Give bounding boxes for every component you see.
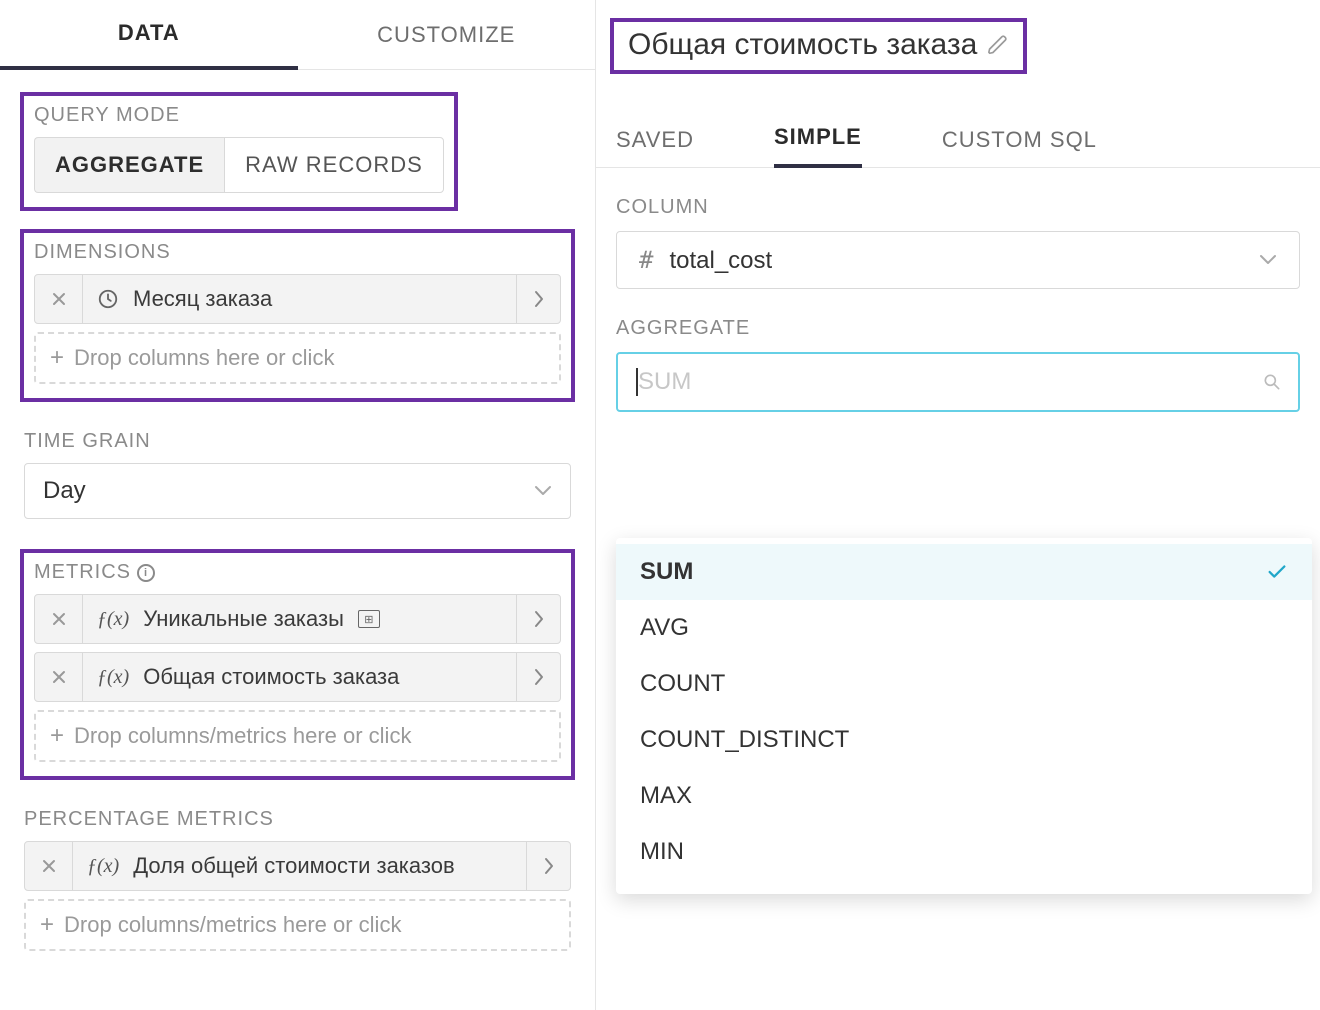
time-grain-select[interactable]: Day [24, 463, 571, 519]
query-mode-aggregate[interactable]: AGGREGATE [34, 137, 224, 193]
aggregate-field: AGGREGATE [596, 317, 1320, 412]
time-grain-value: Day [43, 477, 86, 505]
metrics-drop-hint: Drop columns/metrics here or click [74, 723, 411, 749]
aggregate-search-input[interactable] [616, 352, 1300, 412]
aggregate-option-sum[interactable]: SUM [616, 544, 1312, 600]
percentage-metric-label: Доля общей стоимости заказов [133, 853, 454, 879]
metric-chip-label: Уникальные заказы [143, 606, 344, 632]
right-panel: Общая стоимость заказа SAVED SIMPLE CUST… [595, 0, 1320, 1010]
plus-icon: + [50, 722, 64, 750]
column-select[interactable]: #total_cost [616, 231, 1300, 289]
primary-tabs: DATA CUSTOMIZE [0, 0, 595, 70]
dimension-chip-label: Месяц заказа [133, 286, 272, 312]
percentage-metrics-dropzone[interactable]: + Drop columns/metrics here or click [24, 899, 571, 951]
tab-data[interactable]: DATA [0, 0, 298, 70]
column-select-value: #total_cost [639, 246, 772, 275]
column-label: COLUMN [616, 196, 1300, 219]
dimension-chip[interactable]: Месяц заказа [34, 274, 561, 324]
close-icon [51, 291, 67, 307]
percentage-metric-body: ƒ(x) Доля общей стоимости заказов [73, 842, 526, 890]
chevron-right-icon [543, 857, 555, 875]
fx-icon: ƒ(x) [87, 855, 119, 878]
check-icon [1266, 561, 1288, 583]
metric-chip-body: ƒ(x) Уникальные заказы ⊞ [83, 595, 516, 643]
metric-chip-label: Общая стоимость заказа [143, 664, 399, 690]
aggregate-option-min[interactable]: MIN [616, 824, 1312, 880]
text-caret [636, 368, 638, 396]
chevron-right-icon [533, 290, 545, 308]
remove-dimension-button[interactable] [35, 275, 83, 323]
query-mode-toggle: AGGREGATE RAW RECORDS [34, 137, 444, 193]
subtab-custom-sql[interactable]: CUSTOM SQL [942, 127, 1097, 167]
search-icon [1262, 372, 1282, 392]
subtab-saved[interactable]: SAVED [616, 127, 694, 167]
editor-subtabs: SAVED SIMPLE CUSTOM SQL [596, 110, 1320, 168]
metric-chip-expand[interactable] [516, 595, 560, 643]
left-panel: DATA CUSTOMIZE QUERY MODE AGGREGATE RAW … [0, 0, 595, 963]
dimensions-dropzone[interactable]: + Drop columns here or click [34, 332, 561, 384]
metric-chip-body: ƒ(x) Общая стоимость заказа [83, 653, 516, 701]
close-icon [51, 611, 67, 627]
column-field: COLUMN #total_cost [596, 196, 1320, 289]
chevron-down-icon [534, 485, 552, 497]
chevron-right-icon [533, 668, 545, 686]
remove-percentage-metric-button[interactable] [25, 842, 73, 890]
plus-icon: + [50, 344, 64, 372]
percentage-metrics-drop-hint: Drop columns/metrics here or click [64, 912, 401, 938]
metric-chip[interactable]: ƒ(x) Общая стоимость заказа [34, 652, 561, 702]
tab-customize[interactable]: CUSTOMIZE [298, 2, 596, 68]
remove-metric-button[interactable] [35, 653, 83, 701]
aggregate-option-avg[interactable]: AVG [616, 600, 1312, 656]
close-icon [41, 858, 57, 874]
aggregate-options: SUM AVG COUNT COUNT_DISTINCT MAX MIN [616, 538, 1312, 894]
pencil-icon[interactable] [987, 34, 1009, 56]
aggregate-label: AGGREGATE [616, 317, 1300, 340]
clock-icon [97, 288, 119, 310]
fx-icon: ƒ(x) [97, 666, 129, 689]
calculator-icon: ⊞ [358, 610, 380, 628]
time-grain-label: TIME GRAIN [24, 430, 571, 453]
subtab-simple[interactable]: SIMPLE [774, 124, 862, 168]
percentage-metric-expand[interactable] [526, 842, 570, 890]
metric-chip-expand[interactable] [516, 653, 560, 701]
metrics-label: METRICS i [34, 561, 561, 584]
metric-title[interactable]: Общая стоимость заказа [628, 28, 1009, 62]
percentage-metrics-block: PERCENTAGE METRICS ƒ(x) Доля общей стоим… [24, 798, 571, 963]
aggregate-option-count-distinct[interactable]: COUNT_DISTINCT [616, 712, 1312, 768]
aggregate-search-wrap [616, 352, 1300, 412]
query-mode-block: QUERY MODE AGGREGATE RAW RECORDS [20, 92, 458, 211]
dimensions-block: DIMENSIONS Месяц заказа + Drop columns h… [20, 229, 575, 402]
aggregate-option-count[interactable]: COUNT [616, 656, 1312, 712]
info-icon[interactable]: i [137, 564, 155, 582]
dimensions-drop-hint: Drop columns here or click [74, 345, 334, 371]
percentage-metrics-label: PERCENTAGE METRICS [24, 808, 571, 831]
hash-icon: # [639, 246, 653, 274]
plus-icon: + [40, 911, 54, 939]
remove-metric-button[interactable] [35, 595, 83, 643]
percentage-metric-chip[interactable]: ƒ(x) Доля общей стоимости заказов [24, 841, 571, 891]
time-grain-block: TIME GRAIN Day [24, 420, 571, 531]
close-icon [51, 669, 67, 685]
aggregate-option-max[interactable]: MAX [616, 768, 1312, 824]
metrics-dropzone[interactable]: + Drop columns/metrics here or click [34, 710, 561, 762]
dimension-chip-expand[interactable] [516, 275, 560, 323]
metric-title-text: Общая стоимость заказа [628, 28, 977, 62]
metrics-block: METRICS i ƒ(x) Уникальные заказы ⊞ ƒ(x) … [20, 549, 575, 780]
metric-title-wrap: Общая стоимость заказа [610, 18, 1027, 74]
query-mode-raw[interactable]: RAW RECORDS [224, 137, 444, 193]
chevron-down-icon [1259, 254, 1277, 266]
dimensions-label: DIMENSIONS [34, 241, 561, 264]
metric-chip[interactable]: ƒ(x) Уникальные заказы ⊞ [34, 594, 561, 644]
query-mode-label: QUERY MODE [34, 104, 444, 127]
chevron-right-icon [533, 610, 545, 628]
fx-icon: ƒ(x) [97, 608, 129, 631]
dimension-chip-body: Месяц заказа [83, 275, 516, 323]
